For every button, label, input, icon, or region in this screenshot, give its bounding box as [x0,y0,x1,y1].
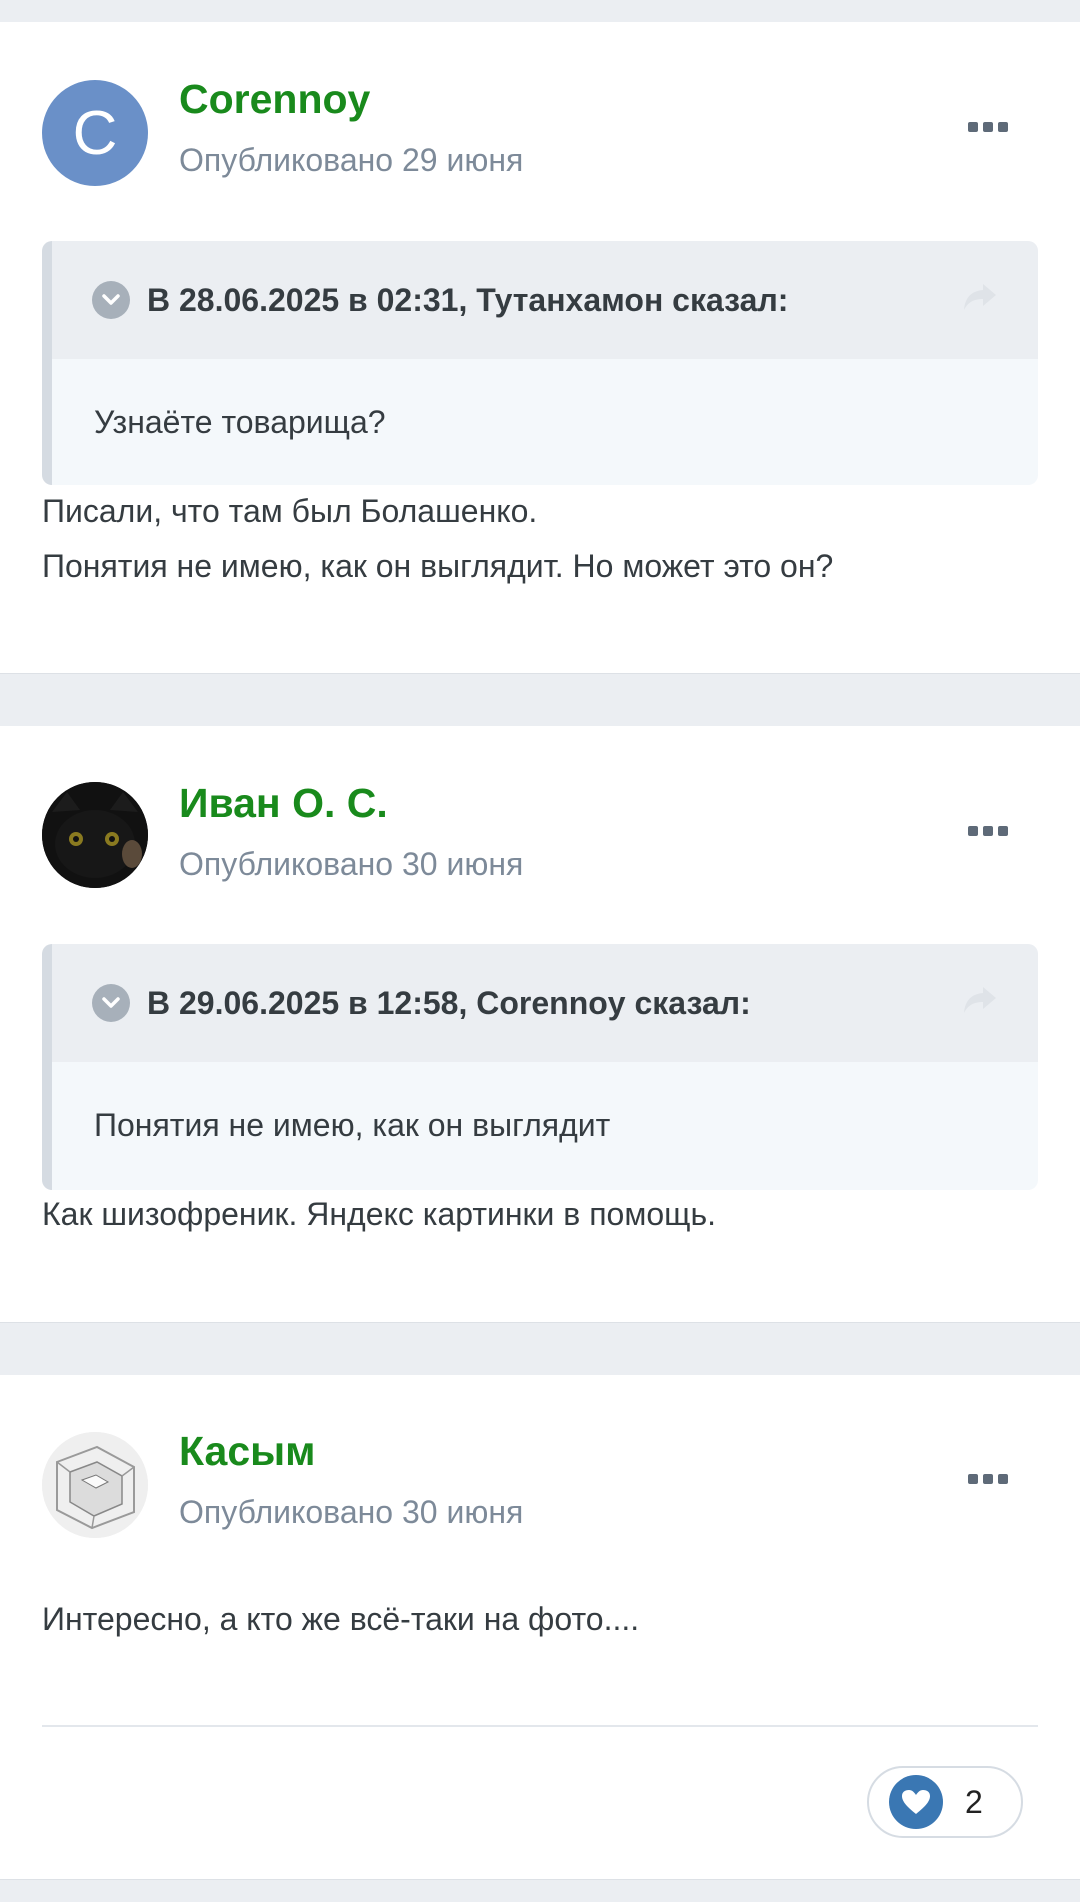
chevron-down-icon[interactable] [92,281,130,319]
post-date[interactable]: Опубликовано 30 июня [179,846,523,883]
quote-block: В 29.06.2025 в 12:58, Corennoy сказал: П… [42,944,1038,1190]
more-options-button[interactable] [968,826,1008,836]
divider [42,1725,1038,1727]
dot [968,826,978,836]
post-text-line: Интересно, а кто же всё-таки на фото.... [42,1601,640,1637]
more-options-button[interactable] [968,1474,1008,1484]
dot [968,1474,978,1484]
post-date[interactable]: Опубликовано 30 июня [179,1494,523,1531]
post-text-line: Как шизофреник. Яндекс картинки в помощь… [42,1196,716,1232]
post-text-line: Писали, что там был Болашенко. [42,493,538,529]
avatar[interactable]: C [42,80,148,186]
cat-avatar-image [42,782,148,888]
share-icon[interactable] [962,985,998,1023]
author-name[interactable]: Касым [179,1428,315,1475]
reaction-button[interactable]: 2 [867,1766,1023,1838]
post-kasym: Касым Опубликовано 30 июня Интересно, а … [0,1375,1080,1879]
share-icon[interactable] [962,282,998,320]
post-corennoy: C Corennoy Опубликовано 29 июня В 28.06.… [0,22,1080,673]
reaction-count: 2 [965,1783,983,1820]
quote-citation: В 28.06.2025 в 02:31, Тутанхамон сказал: [147,281,789,318]
dot [983,826,993,836]
author-name[interactable]: Corennoy [179,76,370,123]
post-text: Интересно, а кто же всё-таки на фото.... [42,1592,639,1647]
author-name[interactable]: Иван О. С. [179,780,388,827]
quote-citation: В 29.06.2025 в 12:58, Corennoy сказал: [147,984,751,1021]
dot [968,122,978,132]
quote-block: В 28.06.2025 в 02:31, Тутанхамон сказал:… [42,241,1038,485]
post-date[interactable]: Опубликовано 29 июня [179,142,523,179]
chevron-down-icon[interactable] [92,984,130,1022]
post-text: Писали, что там был Болашенко. Понятия н… [42,484,833,594]
sketch-avatar-image [42,1432,148,1538]
dot [983,122,993,132]
dot [998,122,1008,132]
dot [983,1474,993,1484]
dot [998,1474,1008,1484]
quote-header: В 28.06.2025 в 02:31, Тутанхамон сказал: [52,241,1038,359]
quote-body: Узнаёте товарища? [94,403,386,440]
quote-header: В 29.06.2025 в 12:58, Corennoy сказал: [52,944,1038,1062]
more-options-button[interactable] [968,122,1008,132]
post-ivan: Иван О. С. Опубликовано 30 июня В 29.06.… [0,726,1080,1322]
heart-icon [889,1775,943,1829]
post-text: Как шизофреник. Яндекс картинки в помощь… [42,1187,716,1242]
post-text-line: Понятия не имею, как он выглядит. Но мож… [42,548,834,584]
avatar-letter: C [72,98,118,168]
avatar[interactable] [42,782,148,888]
avatar[interactable] [42,1432,148,1538]
quote-body: Понятия не имею, как он выглядит [94,1106,611,1143]
dot [998,826,1008,836]
